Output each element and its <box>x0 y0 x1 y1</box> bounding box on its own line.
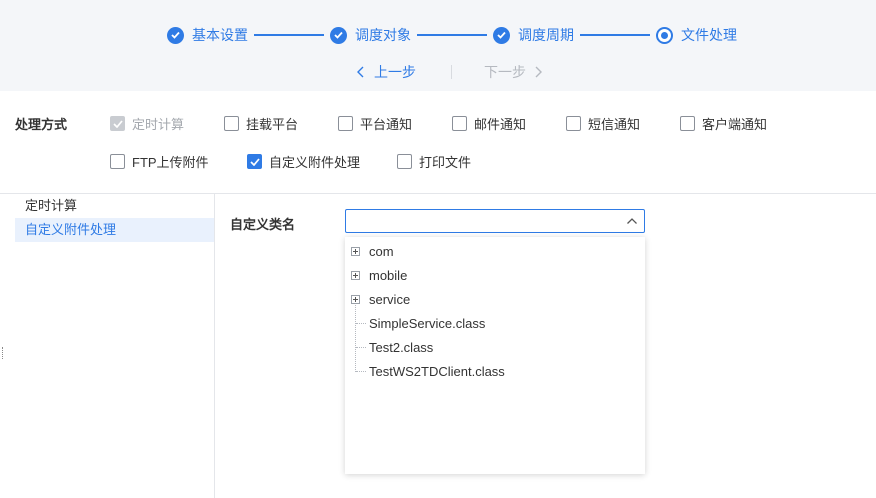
checkbox-label: 客户端通知 <box>702 117 768 132</box>
step-connector <box>254 34 324 36</box>
wizard-steps: 基本设置 调度对象 调度周期 文件处理 <box>167 25 737 45</box>
checkbox-icon <box>224 116 239 131</box>
tree-node-test2[interactable]: Test2.class <box>345 335 645 359</box>
checkbox-label: 短信通知 <box>588 117 641 132</box>
checkbox-icon <box>566 116 581 131</box>
tree-node-service[interactable]: service <box>345 287 645 311</box>
previous-step-button[interactable]: 上一步 <box>356 62 416 82</box>
step-label: 文件处理 <box>681 27 737 43</box>
checkbox-icon <box>338 116 353 131</box>
checkbox-custom-attachment[interactable]: 自定义附件处理 <box>247 152 360 171</box>
step-label: 调度周期 <box>518 27 574 43</box>
next-step-label: 下一步 <box>484 64 526 80</box>
checkbox-label: 挂载平台 <box>246 117 299 132</box>
checkbox-label: 定时计算 <box>132 117 185 132</box>
previous-step-label: 上一步 <box>374 64 416 80</box>
step-label: 基本设置 <box>192 27 248 43</box>
side-nav-item-custom-attachment[interactable]: 自定义附件处理 <box>15 218 214 242</box>
checkbox-checked-icon <box>110 116 125 131</box>
tree-node-label: mobile <box>369 267 408 283</box>
checkbox-checked-icon <box>247 154 262 169</box>
checkbox-icon <box>110 154 125 169</box>
step-schedule-period[interactable]: 调度周期 <box>493 25 574 45</box>
custom-class-select[interactable] <box>345 209 645 233</box>
checkbox-platform-notify[interactable]: 平台通知 <box>338 114 412 133</box>
checkbox-label: 平台通知 <box>360 117 413 132</box>
custom-class-label: 自定义类名 <box>230 217 296 232</box>
checkbox-icon <box>397 154 412 169</box>
checkbox-sms-notify[interactable]: 短信通知 <box>566 114 640 133</box>
checkbox-print-file[interactable]: 打印文件 <box>397 152 471 171</box>
tree-node-label: com <box>369 243 394 259</box>
step-basic-settings[interactable]: 基本设置 <box>167 25 248 45</box>
checkbox-label: 邮件通知 <box>474 117 527 132</box>
checkbox-email-notify[interactable]: 邮件通知 <box>452 114 526 133</box>
resize-handle[interactable] <box>2 347 4 359</box>
current-step-icon <box>656 26 673 44</box>
tree-branch-line <box>356 323 366 324</box>
check-circle-icon <box>493 26 510 44</box>
expand-plus-icon[interactable] <box>351 246 360 256</box>
checkbox-client-notify[interactable]: 客户端通知 <box>680 114 767 133</box>
expand-plus-icon[interactable] <box>351 294 360 304</box>
tree-node-mobile[interactable]: mobile <box>345 263 645 287</box>
step-connector <box>417 34 487 36</box>
config-side-nav: 定时计算 自定义附件处理 <box>15 194 215 498</box>
wizard-header: 基本设置 调度对象 调度周期 文件处理 上一步 下一步 <box>0 0 876 91</box>
step-schedule-object[interactable]: 调度对象 <box>330 25 411 45</box>
tree-branch-line <box>356 371 366 372</box>
tree-node-label: Test2.class <box>369 339 434 355</box>
tree-node-simple-service[interactable]: SimpleService.class <box>345 311 645 335</box>
tree-node-test-ws2td-client[interactable]: TestWS2TDClient.class <box>345 359 645 383</box>
tree-node-label: SimpleService.class <box>369 315 486 331</box>
tree-node-label: service <box>369 291 411 307</box>
checkbox-mount-platform[interactable]: 挂载平台 <box>224 114 298 133</box>
chevron-left-icon <box>357 66 364 78</box>
nav-separator <box>451 65 452 79</box>
next-step-button[interactable]: 下一步 <box>484 62 543 82</box>
check-circle-icon <box>167 26 184 44</box>
step-file-processing[interactable]: 文件处理 <box>656 25 737 45</box>
tree-node-com[interactable]: com <box>345 239 645 263</box>
expand-plus-icon[interactable] <box>351 270 360 280</box>
checkbox-ftp-upload[interactable]: FTP上传附件 <box>110 152 209 171</box>
chevron-right-icon <box>535 66 542 78</box>
step-navigation: 上一步 下一步 <box>356 62 543 82</box>
step-connector <box>580 34 650 36</box>
tree-node-label: TestWS2TDClient.class <box>369 363 505 379</box>
checkbox-label: 自定义附件处理 <box>269 155 361 170</box>
class-tree-dropdown: com mobile service SimpleService.class T… <box>345 237 645 474</box>
side-nav-item-scheduled-calc[interactable]: 定时计算 <box>15 194 214 218</box>
step-label: 调度对象 <box>355 27 411 43</box>
checkbox-icon <box>452 116 467 131</box>
processing-method-label: 处理方式 <box>15 117 68 132</box>
checkbox-label: FTP上传附件 <box>132 155 209 170</box>
checkbox-scheduled-calc[interactable]: 定时计算 <box>110 114 184 133</box>
tree-branch-line <box>356 347 366 348</box>
checkbox-icon <box>680 116 695 131</box>
check-circle-icon <box>330 26 347 44</box>
checkbox-label: 打印文件 <box>419 155 472 170</box>
chevron-up-icon <box>627 218 637 224</box>
